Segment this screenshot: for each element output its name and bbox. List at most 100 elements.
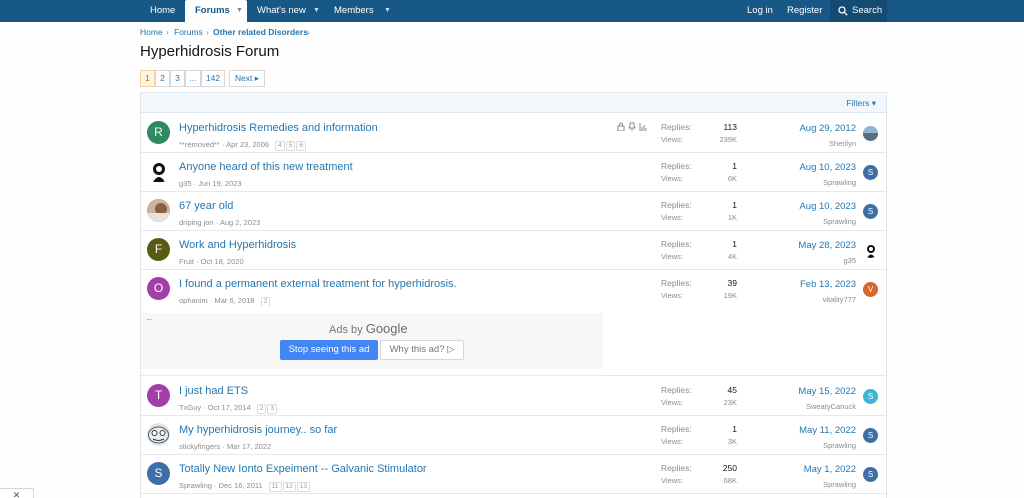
thread-start-date[interactable]: Dec 16, 2011	[219, 481, 263, 490]
avatar[interactable]: R	[147, 121, 170, 144]
login-link[interactable]: Log in	[747, 0, 773, 22]
last-poster-avatar[interactable]: S	[863, 165, 878, 180]
avatar[interactable]	[147, 423, 170, 446]
google-logo-text: Google	[365, 321, 408, 336]
last-poster-avatar[interactable]: S	[863, 467, 878, 482]
last-post-user[interactable]: Sprawling	[823, 441, 856, 450]
last-post-date[interactable]: May 15, 2022	[798, 386, 856, 397]
thread-page-link[interactable]: 3	[267, 404, 278, 414]
nav-home[interactable]: Home	[150, 0, 175, 22]
thread-page-link[interactable]: 4	[275, 141, 285, 151]
thread-author[interactable]: g35	[179, 179, 192, 188]
replies-count: 39	[727, 278, 737, 288]
replies-count: 113	[723, 122, 737, 132]
page-ellipsis[interactable]: …	[185, 70, 201, 87]
last-post-date[interactable]: May 1, 2022	[804, 464, 856, 475]
thread-start-date[interactable]: Jun 19, 2023	[198, 179, 241, 188]
thread-author[interactable]: Sprawling	[179, 481, 212, 490]
arrow-left-icon[interactable]: ←	[145, 313, 154, 323]
thread-title[interactable]: Hyperhidrosis Remedies and information	[179, 122, 378, 134]
thread-page-link[interactable]: 5	[285, 141, 296, 151]
thread-page-link[interactable]: 12	[282, 482, 296, 492]
last-poster-avatar[interactable]: S	[863, 204, 878, 219]
avatar[interactable]	[147, 160, 170, 183]
nav-whats-new[interactable]: What's new ▼	[257, 0, 320, 22]
thread-row: T I just had ETS TxGuy · Oct 17, 2014 23…	[141, 377, 886, 416]
thread-title[interactable]: Work and Hyperhidrosis	[179, 239, 296, 251]
page-3[interactable]: 3	[170, 70, 185, 87]
avatar[interactable]: S	[147, 462, 170, 485]
breadcrumb-other-related-disorders[interactable]: Other related Disorders	[213, 27, 308, 37]
thread-author[interactable]: ophanim	[179, 296, 208, 305]
last-post-date[interactable]: May 28, 2023	[798, 240, 856, 251]
search-label: Search	[852, 5, 883, 16]
views-count: 4K	[727, 252, 737, 261]
chevron-right-icon: ›	[206, 27, 209, 37]
last-post-user[interactable]: Sprawling	[823, 217, 856, 226]
thread-page-link[interactable]: 6	[296, 141, 307, 151]
thread-meta: TxGuy · Oct 17, 2014 23	[179, 403, 278, 414]
thread-title[interactable]: 67 year old	[179, 200, 233, 212]
avatar[interactable]: O	[147, 277, 170, 300]
last-post-date[interactable]: Feb 13, 2023	[800, 279, 856, 290]
thread-author[interactable]: stickyfingers	[179, 442, 220, 451]
filters-dropdown[interactable]: Filters ▾	[846, 98, 876, 109]
next-page-button[interactable]: Next ▸	[229, 70, 265, 87]
last-post-date[interactable]: Aug 10, 2023	[799, 201, 856, 212]
why-this-ad-button[interactable]: Why this ad? ▷	[380, 340, 464, 360]
thread-title[interactable]: My hyperhidrosis journey.. so far	[179, 424, 337, 436]
last-post-date[interactable]: Aug 29, 2012	[799, 123, 856, 134]
last-post-date[interactable]: May 11, 2022	[799, 425, 856, 436]
silhouette-avatar-icon	[153, 163, 165, 182]
ad-panel: ← Ads by Google Stop seeing this ad Why …	[141, 313, 603, 369]
last-post-user[interactable]: Sprawling	[823, 178, 856, 187]
thread-author[interactable]: **removed**	[179, 140, 220, 149]
close-icon[interactable]: ✕	[0, 488, 34, 498]
thread-author[interactable]: Fruit	[179, 257, 194, 266]
thread-page-link[interactable]: 11	[268, 482, 282, 492]
ads-by-text: Ads by	[329, 324, 363, 336]
last-post-user[interactable]: SweatyCanuck	[806, 402, 856, 411]
thread-page-link[interactable]: 13	[296, 482, 310, 492]
avatar[interactable]: F	[147, 238, 170, 261]
last-poster-avatar[interactable]: V	[863, 282, 878, 297]
avatar[interactable]	[147, 199, 170, 222]
thread-title[interactable]: I found a permanent external treatment f…	[179, 278, 457, 290]
thread-author[interactable]: TxGuy	[179, 403, 201, 412]
stop-seeing-ad-button[interactable]: Stop seeing this ad	[280, 340, 378, 360]
last-post-user[interactable]: vitality777	[823, 295, 856, 304]
page-1[interactable]: 1	[140, 70, 155, 87]
thread-start-date[interactable]: Mar 6, 2018	[214, 296, 254, 305]
thread-title[interactable]: I just had ETS	[179, 385, 248, 397]
last-poster-avatar[interactable]: S	[863, 428, 878, 443]
page-last[interactable]: 142	[201, 70, 225, 87]
thread-start-date[interactable]: Aug 2, 2023	[220, 218, 260, 227]
nav-members[interactable]: Members ▼	[334, 0, 391, 22]
breadcrumb-home[interactable]: Home	[140, 27, 163, 37]
register-link[interactable]: Register	[787, 0, 822, 22]
thread-title[interactable]: Totally New Ionto Expeiment -- Galvanic …	[179, 463, 427, 475]
search-button[interactable]: Search	[830, 0, 887, 22]
thread-page-link[interactable]: 2	[256, 404, 267, 414]
last-post-user[interactable]: Sherilyn	[829, 139, 856, 148]
avatar[interactable]: T	[147, 384, 170, 407]
last-poster-avatar[interactable]	[863, 126, 878, 141]
last-post-user[interactable]: Sprawling	[823, 480, 856, 489]
chevron-down-icon[interactable]: ▼	[236, 0, 243, 21]
thread-start-date[interactable]: Oct 18, 2020	[201, 257, 244, 266]
thread-title[interactable]: Anyone heard of this new treatment	[179, 161, 353, 173]
breadcrumb-forums[interactable]: Forums	[174, 27, 203, 37]
chevron-down-icon[interactable]: ▼	[384, 0, 391, 21]
last-post-user[interactable]: g35	[843, 256, 856, 265]
nav-forums[interactable]: Forums ▼	[185, 0, 247, 22]
last-poster-avatar[interactable]	[863, 243, 878, 258]
thread-start-date[interactable]: Apr 23, 2006	[226, 140, 269, 149]
thread-start-date[interactable]: Mar 17, 2022	[227, 442, 271, 451]
thread-author[interactable]: driping jon	[179, 218, 214, 227]
page-2[interactable]: 2	[155, 70, 170, 87]
last-poster-avatar[interactable]: S	[863, 389, 878, 404]
ad-block: ← Ads by Google Stop seeing this ad Why …	[141, 306, 886, 376]
thread-start-date[interactable]: Oct 17, 2014	[208, 403, 251, 412]
last-post-date[interactable]: Aug 10, 2023	[799, 162, 856, 173]
chevron-down-icon[interactable]: ▼	[313, 0, 320, 21]
